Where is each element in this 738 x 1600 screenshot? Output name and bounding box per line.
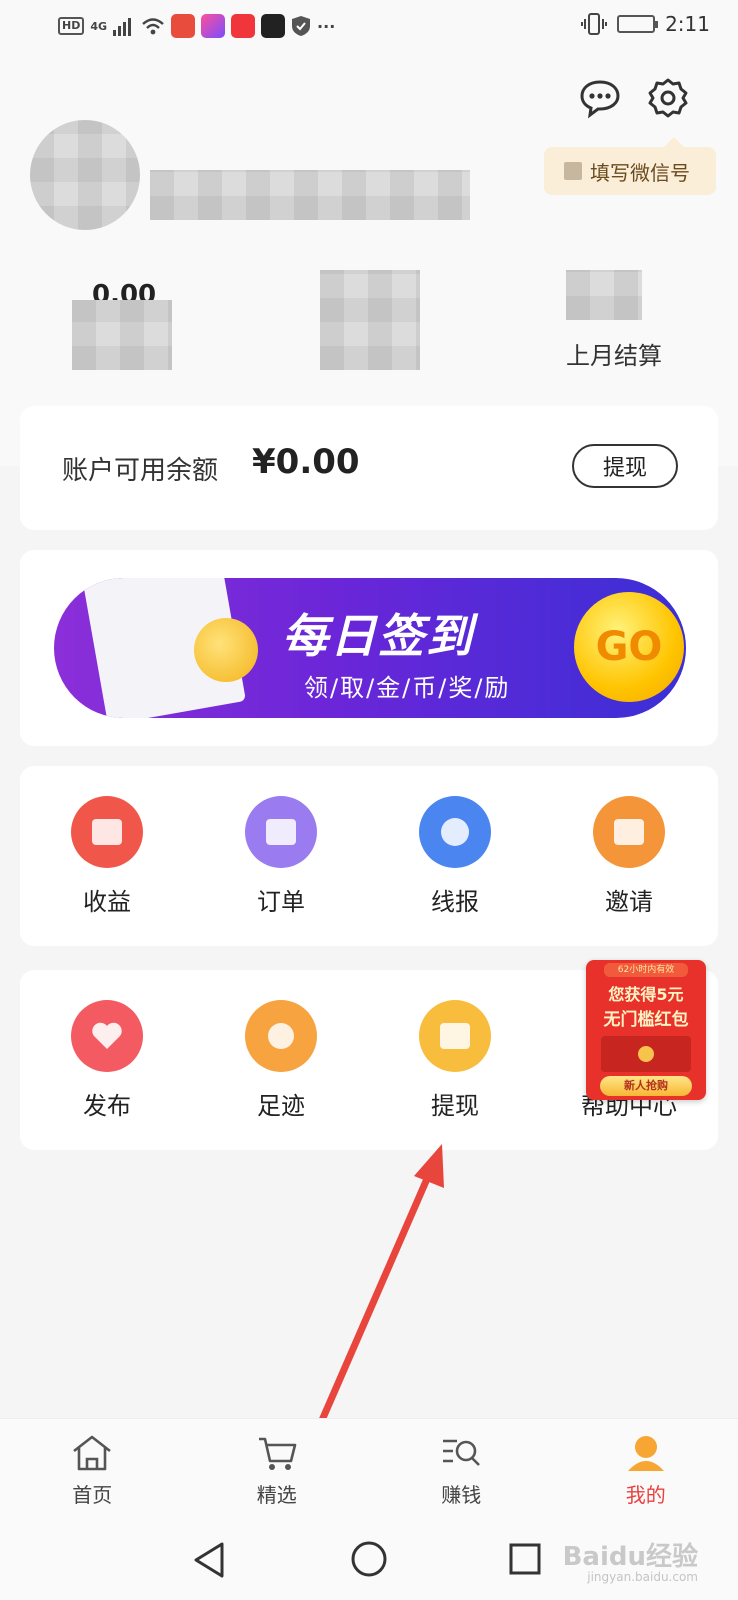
grid-label: 邀请 xyxy=(605,888,653,916)
balance-value: ¥0.00 xyxy=(252,442,360,482)
vibrate-icon xyxy=(581,13,608,35)
signal-icon xyxy=(113,18,132,36)
promo-line-1: 您获得5元 xyxy=(608,985,684,1004)
withdraw-button[interactable]: 提现 xyxy=(572,444,678,488)
tab-label: 赚钱 xyxy=(441,1483,482,1507)
tab-home[interactable]: 首页 xyxy=(0,1419,185,1522)
tab-label: 我的 xyxy=(625,1483,666,1507)
balance-card: 账户可用余额 ¥0.00 提现 xyxy=(20,406,718,530)
promo-validity: 62小时内有效 xyxy=(604,963,688,977)
income-icon xyxy=(71,796,143,868)
wifi-icon xyxy=(142,18,164,35)
clock: 2:11 xyxy=(665,12,710,36)
grid-item-withdraw[interactable]: 提现 xyxy=(368,970,542,1150)
heart-icon xyxy=(71,1000,143,1072)
daily-checkin-banner[interactable]: 每日签到 领/取/金/币/奖/励 GO xyxy=(54,578,686,718)
tab-label: 精选 xyxy=(256,1483,297,1507)
banner-title: 每日签到 xyxy=(282,609,474,663)
grid-label: 订单 xyxy=(257,888,305,916)
wallet-icon xyxy=(419,1000,491,1072)
red-envelope-icon xyxy=(601,1036,691,1072)
home-circle-icon[interactable] xyxy=(350,1540,388,1578)
tab-label: 首页 xyxy=(72,1483,113,1507)
shield-icon xyxy=(292,16,311,36)
grid-item-publish[interactable]: 发布 xyxy=(20,970,194,1150)
back-icon[interactable] xyxy=(192,1540,228,1580)
banner-subtitle: 领/取/金/币/奖/励 xyxy=(304,674,511,702)
tab-mine[interactable]: 我的 xyxy=(554,1419,738,1522)
username-blurred xyxy=(150,170,470,220)
news-icon xyxy=(419,796,491,868)
message-icon[interactable] xyxy=(578,76,622,120)
network-label: 4G xyxy=(90,19,108,33)
balance-label: 账户可用余额 xyxy=(62,456,219,486)
gift-icon xyxy=(593,796,665,868)
grid-label: 线报 xyxy=(431,888,479,916)
grid-item-news[interactable]: 线报 xyxy=(368,766,542,946)
home-icon xyxy=(73,1435,112,1471)
grid-item-footprint[interactable]: 足迹 xyxy=(194,970,368,1150)
footprint-icon xyxy=(245,1000,317,1072)
fill-wechat-tag[interactable]: 填写微信号 xyxy=(544,137,716,195)
tab-earn[interactable]: 赚钱 xyxy=(369,1419,554,1522)
stat-3-label: 上月结算 xyxy=(566,342,662,370)
promo-button[interactable]: 新人抢购 xyxy=(600,1076,692,1096)
app-icon-4 xyxy=(261,14,286,38)
app-icon-2 xyxy=(201,14,226,38)
grid-label: 足迹 xyxy=(257,1092,305,1120)
pencil-icon xyxy=(564,162,582,180)
stat-1-blurred xyxy=(72,300,172,370)
grid-item-income[interactable]: 收益 xyxy=(20,766,194,946)
battery-icon xyxy=(617,15,659,33)
watermark-url: jingyan.baidu.com xyxy=(587,1570,698,1584)
tab-selected[interactable]: 精选 xyxy=(185,1419,370,1522)
stat-2-blurred xyxy=(320,270,420,370)
status-bar-left: HD 4G ··· xyxy=(58,14,335,38)
go-button[interactable]: GO xyxy=(574,592,684,702)
settings-gear-icon[interactable] xyxy=(646,76,690,120)
grid-label: 收益 xyxy=(83,888,131,916)
app-icon-3 xyxy=(231,14,256,38)
grid-item-invite[interactable]: 邀请 xyxy=(542,766,716,946)
hd-indicator: HD xyxy=(58,17,85,35)
avatar[interactable] xyxy=(30,120,140,230)
music-app-icon xyxy=(171,14,196,38)
red-packet-promo[interactable]: 62小时内有效 您获得5元 无门槛红包 新人抢购 xyxy=(586,960,706,1100)
grid-item-order[interactable]: 订单 xyxy=(194,766,368,946)
bottom-tab-bar: 首页 精选 赚钱 我的 xyxy=(0,1418,738,1522)
grid-label: 发布 xyxy=(83,1092,131,1120)
search-list-icon xyxy=(443,1439,481,1466)
feature-grid-1: 收益 订单 线报 邀请 xyxy=(20,766,718,946)
stat-3-value-blurred xyxy=(566,270,642,320)
profile-icon xyxy=(627,1436,664,1471)
recents-square-icon[interactable] xyxy=(508,1542,542,1576)
more-notifications: ··· xyxy=(317,16,336,36)
cart-icon xyxy=(258,1437,297,1470)
status-bar-right: 2:11 xyxy=(581,12,710,36)
profile-header xyxy=(0,56,738,466)
order-icon xyxy=(245,796,317,868)
wechat-tag-label: 填写微信号 xyxy=(590,160,690,185)
checkin-card: 每日签到 领/取/金/币/奖/励 GO xyxy=(20,550,718,746)
promo-line-2: 无门槛红包 xyxy=(603,1010,689,1030)
watermark: Baidu经验 xyxy=(562,1542,698,1572)
coin-icon xyxy=(194,618,258,682)
grid-label: 提现 xyxy=(431,1092,479,1120)
